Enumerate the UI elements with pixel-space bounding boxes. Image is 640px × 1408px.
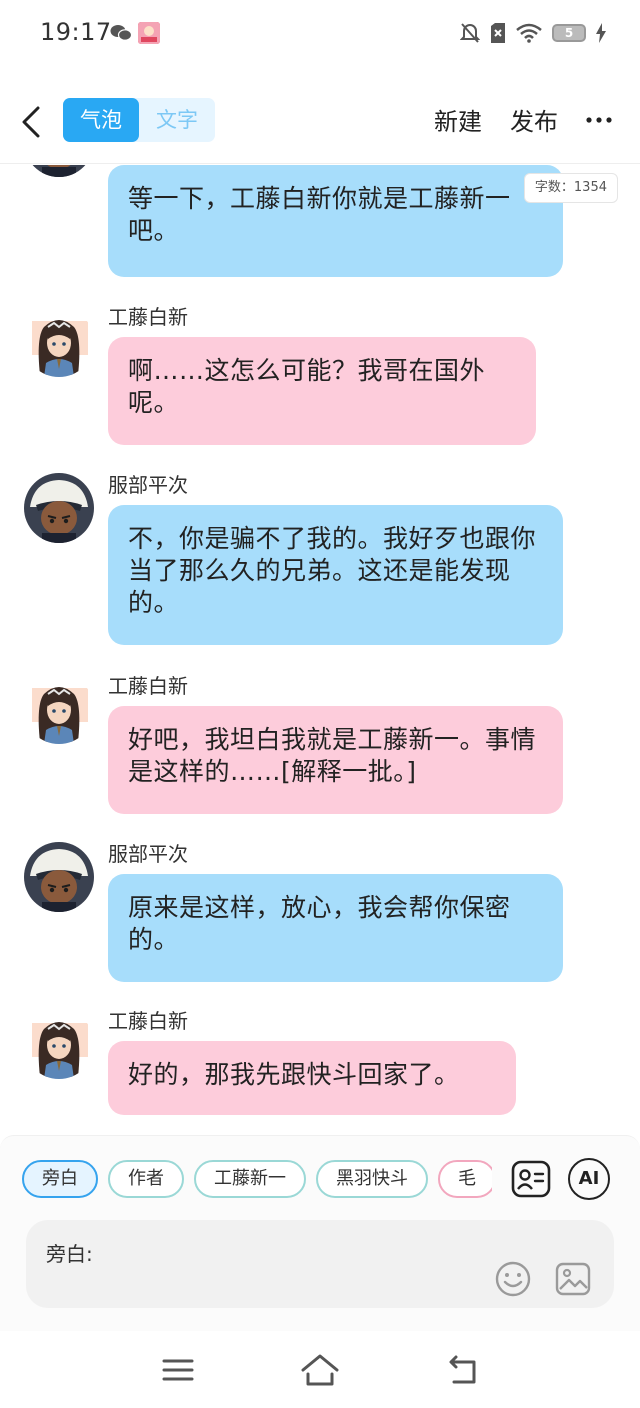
chat-area[interactable]: 字数：1354 等一下，工藤白新你就是工藤新一吧。 工藤白新 啊……这怎么可能？…: [0, 165, 640, 1135]
word-count-badge: 字数：1354: [523, 173, 618, 203]
mode-toggle: 气泡 文字: [63, 98, 215, 142]
new-button[interactable]: 新建: [434, 102, 482, 137]
charging-icon: [596, 23, 606, 43]
message-bubble[interactable]: 好吧，我坦白我就是工藤新一。事情是这样的……[解释一批。]: [108, 706, 563, 814]
publish-button[interactable]: 发布: [510, 102, 558, 137]
header: 气泡 文字 新建 发布: [0, 80, 640, 164]
emoji-icon[interactable]: [494, 1260, 532, 1298]
sender-name: 工藤白新: [108, 1009, 188, 1033]
message-item: 服部平次 原来是这样，放心，我会帮你保密的。: [0, 838, 640, 988]
message-item: 工藤白新 好吧，我坦白我就是工藤新一。事情是这样的……[解释一批。]: [0, 670, 640, 820]
avatar[interactable]: [24, 473, 94, 543]
back-nav-icon[interactable]: [442, 1352, 482, 1388]
role-chip-kudo[interactable]: 工藤新一: [194, 1160, 306, 1198]
message-bubble[interactable]: 等一下，工藤白新你就是工藤新一吧。: [108, 165, 563, 277]
wifi-icon: [516, 23, 542, 43]
role-chip-mouri[interactable]: 毛: [438, 1160, 492, 1198]
message-item: 工藤白新 啊……这怎么可能？我哥在国外呢。: [0, 301, 640, 451]
wechat-icon: [110, 25, 132, 41]
status-time: 19:17: [40, 18, 112, 46]
avatar[interactable]: [24, 674, 94, 744]
ai-button[interactable]: AI: [568, 1158, 610, 1200]
role-chip-list: 旁白 作者 工藤新一 黑羽快斗毛: [22, 1160, 492, 1200]
status-bar: 19:17 5: [0, 0, 640, 70]
back-arrow-icon[interactable]: [18, 102, 48, 142]
sender-name: 工藤白新: [108, 305, 188, 329]
message-item: 工藤白新 好的，那我先跟快斗回家了。: [0, 1005, 640, 1135]
message-bubble[interactable]: 好的，那我先跟快斗回家了。: [108, 1041, 516, 1115]
character-card-icon[interactable]: [510, 1158, 552, 1200]
message-item: 服部平次 不，你是骗不了我的。我好歹也跟你当了那么久的兄弟。这还是能发现的。: [0, 469, 640, 649]
more-dots-icon[interactable]: [584, 102, 614, 138]
avatar[interactable]: [24, 165, 94, 177]
narration-input[interactable]: 旁白:: [26, 1220, 614, 1308]
no-sim-icon: [491, 23, 505, 43]
avatar[interactable]: [24, 1009, 94, 1079]
app-notification-icon: [138, 22, 160, 44]
sender-name: 服部平次: [108, 473, 188, 497]
mute-icon: [460, 23, 480, 43]
role-chip-kaito[interactable]: 黑羽快斗: [316, 1160, 428, 1198]
menu-icon[interactable]: [158, 1352, 198, 1388]
message-bubble[interactable]: 不，你是骗不了我的。我好歹也跟你当了那么久的兄弟。这还是能发现的。: [108, 505, 563, 645]
sender-name: 服部平次: [108, 842, 188, 866]
avatar[interactable]: [24, 842, 94, 912]
home-icon[interactable]: [300, 1352, 340, 1388]
composer-panel: 旁白 作者 工藤新一 黑羽快斗毛 AI 旁白:: [0, 1135, 640, 1331]
input-role-label: 旁白:: [46, 1242, 93, 1266]
message-bubble[interactable]: 啊……这怎么可能？我哥在国外呢。: [108, 337, 536, 445]
image-icon[interactable]: [554, 1260, 592, 1298]
avatar[interactable]: [24, 307, 94, 377]
tab-text-mode[interactable]: 文字: [139, 98, 215, 142]
system-nav-bar: [0, 1332, 640, 1408]
role-chip-narrator[interactable]: 旁白: [22, 1160, 98, 1198]
tab-bubble-mode[interactable]: 气泡: [63, 98, 139, 142]
role-chip-author[interactable]: 作者: [108, 1160, 184, 1198]
battery-icon: 5: [552, 24, 586, 42]
message-bubble[interactable]: 原来是这样，放心，我会帮你保密的。: [108, 874, 563, 982]
sender-name: 工藤白新: [108, 674, 188, 698]
